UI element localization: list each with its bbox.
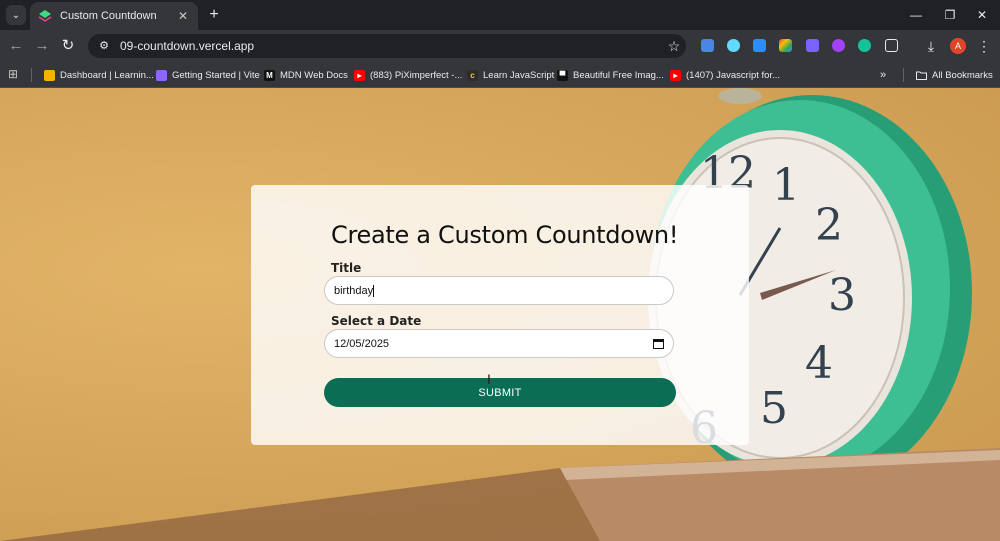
- tab-custom-countdown[interactable]: Custom Countdown ✕: [30, 2, 198, 30]
- extension-purple-icon[interactable]: [806, 39, 819, 52]
- profile-avatar[interactable]: A: [950, 38, 966, 54]
- form-heading: Create a Custom Countdown!: [331, 221, 679, 249]
- site-info-icon[interactable]: ⚙: [96, 38, 112, 54]
- reload-button[interactable]: ↻: [58, 36, 78, 56]
- svg-text:1: 1: [772, 160, 800, 211]
- bookmark-divider: [31, 68, 32, 82]
- bookmark-label: (1407) Javascript for...: [686, 69, 780, 81]
- extension-zoom-icon[interactable]: [753, 39, 766, 52]
- bookmark-label: Beautiful Free Imag...: [573, 69, 664, 81]
- cc-icon: c: [467, 69, 478, 81]
- all-bookmarks-folder[interactable]: All Bookmarks: [916, 66, 993, 84]
- bookmark-mdn[interactable]: M MDN Web Docs: [264, 66, 348, 84]
- bookmark-label: Learn JavaScript: [483, 69, 555, 81]
- text-cursor-icon: I: [487, 371, 491, 387]
- minimize-button[interactable]: —: [906, 5, 926, 25]
- bookmark-piximperfect[interactable]: ▸ (883) PiXimperfect -...: [354, 66, 462, 84]
- bookmark-star-icon[interactable]: ☆: [662, 38, 686, 55]
- svg-text:3: 3: [828, 270, 856, 321]
- mdn-icon: M: [264, 69, 275, 81]
- youtube-icon: ▸: [354, 69, 365, 81]
- bar-chart-icon: [44, 69, 55, 81]
- more-bookmarks-icon[interactable]: »: [880, 66, 886, 84]
- date-input[interactable]: 12/05/2025: [324, 329, 674, 358]
- bookmark-vite[interactable]: Getting Started | Vite: [156, 66, 260, 84]
- bookmark-javascript-course[interactable]: ▸ (1407) Javascript for...: [670, 66, 780, 84]
- extensions-puzzle-icon[interactable]: [885, 39, 898, 52]
- title-input[interactable]: birthday: [324, 276, 674, 305]
- svg-text:4: 4: [805, 338, 833, 389]
- date-input-value: 12/05/2025: [334, 337, 390, 350]
- bookmark-divider: [903, 68, 904, 82]
- extension-docs-icon[interactable]: [701, 39, 714, 52]
- browser-toolbar: ← → ↻ ⚙ 09-countdown.vercel.app ☆ ⤓ A ⋮: [0, 30, 1000, 62]
- bookmark-learn-javascript[interactable]: c Learn JavaScript: [467, 66, 554, 84]
- text-caret: [373, 284, 375, 297]
- url-text[interactable]: 09-countdown.vercel.app: [120, 39, 662, 53]
- back-button[interactable]: ←: [6, 36, 26, 56]
- extension-react-icon[interactable]: [727, 39, 740, 52]
- extension-grammarly-icon[interactable]: [858, 39, 871, 52]
- unsplash-icon: ▀: [557, 69, 568, 81]
- title-input-value: birthday: [334, 284, 374, 297]
- tab-close-icon[interactable]: ✕: [176, 9, 190, 23]
- download-icon[interactable]: ⤓: [922, 36, 940, 56]
- bookmark-label: MDN Web Docs: [280, 69, 348, 81]
- app-favicon-icon: [38, 10, 52, 22]
- svg-text:2: 2: [815, 200, 843, 251]
- calendar-icon[interactable]: [653, 338, 664, 349]
- forward-button[interactable]: →: [32, 36, 52, 56]
- restore-button[interactable]: ❐: [940, 5, 960, 25]
- submit-button[interactable]: SUBMIT: [324, 378, 676, 407]
- folder-icon: [916, 71, 927, 80]
- bookmark-label: All Bookmarks: [932, 69, 993, 81]
- close-window-button[interactable]: ✕: [972, 5, 992, 25]
- bookmark-label: Dashboard | Learnin...: [60, 69, 154, 81]
- tab-title: Custom Countdown: [60, 10, 157, 22]
- date-label: Select a Date: [331, 314, 422, 328]
- countdown-form-card: Create a Custom Countdown! Title birthda…: [251, 185, 749, 445]
- bookmarks-bar: ⊞ Dashboard | Learnin... Getting Started…: [0, 62, 1000, 88]
- tab-search-icon[interactable]: ⌄: [6, 5, 26, 25]
- bookmark-unsplash[interactable]: ▀ Beautiful Free Imag...: [557, 66, 664, 84]
- apps-grid-icon[interactable]: ⊞: [8, 68, 21, 81]
- new-tab-button[interactable]: +: [204, 5, 224, 25]
- bookmark-dashboard[interactable]: Dashboard | Learnin...: [44, 66, 154, 84]
- tab-strip: ⌄ Custom Countdown ✕ + — ❐ ✕: [0, 0, 1000, 30]
- bookmark-label: Getting Started | Vite: [172, 69, 260, 81]
- extension-colorpicker-icon[interactable]: [779, 39, 792, 52]
- page-viewport: 12 1 2 3 4 5 6 Create a Custom Countdown…: [0, 88, 1000, 541]
- svg-text:5: 5: [760, 383, 788, 434]
- bookmark-label: (883) PiXimperfect -...: [370, 69, 463, 81]
- vite-icon: [156, 69, 167, 81]
- address-bar[interactable]: ⚙ 09-countdown.vercel.app ☆: [88, 34, 686, 58]
- youtube-icon: ▸: [670, 69, 681, 81]
- extension-chat-icon[interactable]: [832, 39, 845, 52]
- title-label: Title: [331, 261, 362, 275]
- browser-menu-icon[interactable]: ⋮: [976, 36, 992, 56]
